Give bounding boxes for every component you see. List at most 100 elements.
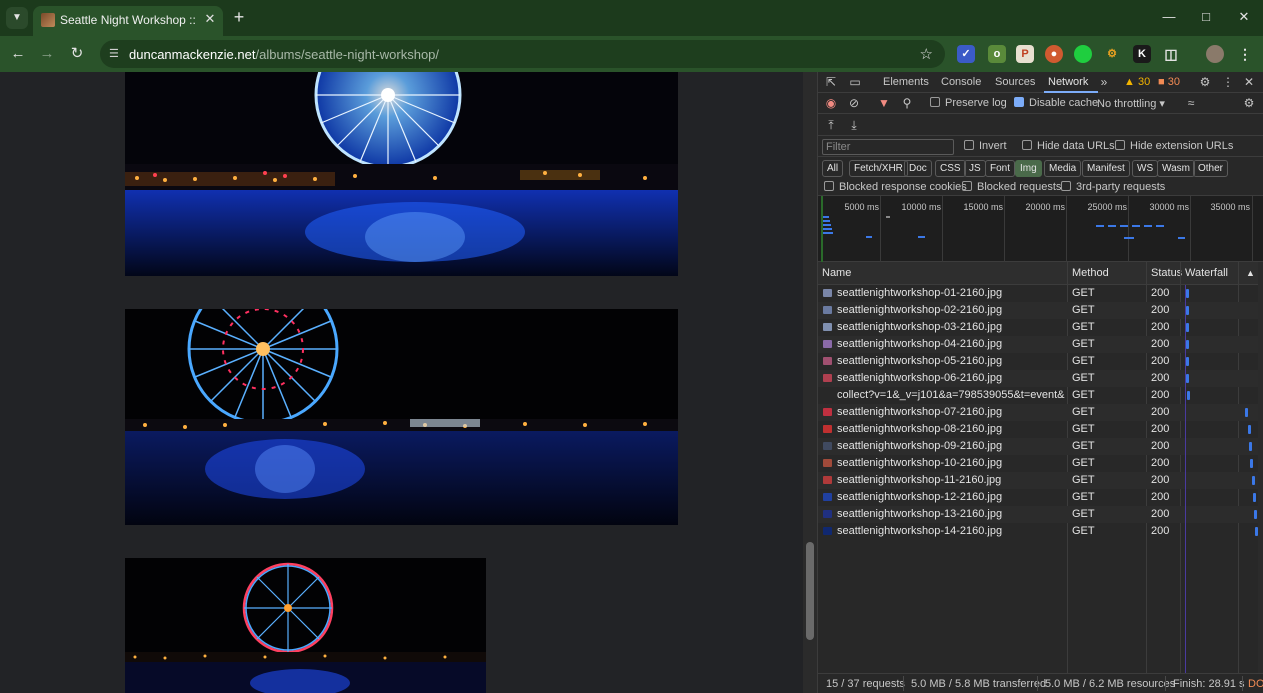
request-row[interactable]: collect?v=1&_v=j101&a=798539055&t=event&… xyxy=(818,387,1258,404)
extension-on-icon[interactable]: o xyxy=(988,45,1006,63)
tab-network[interactable]: Network xyxy=(1048,76,1088,88)
profile-avatar[interactable] xyxy=(1206,45,1224,63)
hide-extension-urls-checkbox[interactable]: Hide extension URLs xyxy=(1115,140,1233,152)
browser-tab[interactable]: Seattle Night Workshop :: Dunc ✕ xyxy=(33,6,223,36)
extensions-puzzle-icon[interactable]: ◫ xyxy=(1162,45,1180,63)
extension-gear-icon[interactable]: ⚙ xyxy=(1103,45,1121,63)
gallery-photo[interactable] xyxy=(125,72,678,276)
network-conditions-icon[interactable]: ≈ xyxy=(1184,96,1198,110)
request-row[interactable]: seattlenightworkshop-07-2160.jpg GET 200 xyxy=(818,404,1258,421)
chip-img[interactable]: Img xyxy=(1015,160,1042,177)
search-icon[interactable]: ⚲ xyxy=(900,96,914,110)
request-method: GET xyxy=(1072,474,1095,486)
warnings-badge[interactable]: ▲ 30 xyxy=(1124,76,1150,88)
record-icon[interactable]: ◉ xyxy=(824,96,838,110)
request-row[interactable]: seattlenightworkshop-02-2160.jpg GET 200 xyxy=(818,302,1258,319)
ferris-wheel-photo-3 xyxy=(125,558,486,693)
column-waterfall[interactable]: Waterfall xyxy=(1185,267,1228,279)
url-text[interactable]: duncanmackenzie.net/albums/seattle-night… xyxy=(129,47,439,62)
chip-fetch-xhr[interactable]: Fetch/XHR xyxy=(849,160,908,177)
chip-font[interactable]: Font xyxy=(985,160,1016,177)
request-row[interactable]: seattlenightworkshop-01-2160.jpg GET 200 xyxy=(818,285,1258,302)
maximize-icon[interactable]: □ xyxy=(1198,9,1214,25)
chip-ws[interactable]: WS xyxy=(1132,160,1159,177)
third-party-requests-checkbox[interactable]: 3rd-party requests xyxy=(1061,181,1165,193)
forward-arrow-icon[interactable]: → xyxy=(37,44,57,64)
extension-ip-icon[interactable]: P xyxy=(1016,45,1034,63)
chip-other[interactable]: Other xyxy=(1193,160,1229,177)
extension-circle-icon[interactable]: ● xyxy=(1045,45,1063,63)
minimize-icon[interactable]: — xyxy=(1161,9,1177,25)
request-row[interactable]: seattlenightworkshop-11-2160.jpg GET 200 xyxy=(818,472,1258,489)
bookmark-star-icon[interactable]: ☆ xyxy=(920,45,933,63)
more-tabs-chevron-icon[interactable]: » xyxy=(1097,75,1111,89)
site-info-icon[interactable]: ☰ xyxy=(109,47,123,61)
chip-all[interactable]: All xyxy=(822,160,844,177)
extension-k-icon[interactable]: K xyxy=(1133,45,1151,63)
chip-doc[interactable]: Doc xyxy=(904,160,932,177)
chip-css[interactable]: CSS xyxy=(935,160,966,177)
filter-input[interactable]: Filter xyxy=(822,139,954,155)
chip-manifest[interactable]: Manifest xyxy=(1082,160,1130,177)
browser-menu-icon[interactable]: ⋮ xyxy=(1236,45,1254,63)
settings-gear-icon[interactable]: ⚙ xyxy=(1198,75,1212,89)
overview-bar xyxy=(823,232,833,234)
disable-cache-checkbox[interactable]: Disable cache xyxy=(1014,97,1098,109)
extension-green-dot-icon[interactable] xyxy=(1074,45,1092,63)
request-row[interactable]: seattlenightworkshop-06-2160.jpg GET 200 xyxy=(818,370,1258,387)
hide-data-urls-checkbox[interactable]: Hide data URLs xyxy=(1022,140,1115,152)
column-status[interactable]: Status xyxy=(1151,267,1182,279)
column-name[interactable]: Name xyxy=(822,267,851,279)
page-scrollbar-thumb[interactable] xyxy=(806,542,814,640)
requests-scrollbar[interactable] xyxy=(1258,262,1263,673)
devtools-menu-icon[interactable]: ⋮ xyxy=(1221,75,1235,89)
preserve-log-checkbox[interactable]: Preserve log xyxy=(930,97,1007,109)
request-status: 200 xyxy=(1151,304,1170,316)
filter-funnel-icon[interactable]: ▼ xyxy=(877,96,891,110)
tab-sources[interactable]: Sources xyxy=(995,76,1035,88)
request-row[interactable]: seattlenightworkshop-10-2160.jpg GET 200 xyxy=(818,455,1258,472)
address-bar[interactable]: ☰ duncanmackenzie.net/albums/seattle-nig… xyxy=(100,40,945,68)
request-row[interactable]: seattlenightworkshop-03-2160.jpg GET 200 xyxy=(818,319,1258,336)
request-row[interactable]: seattlenightworkshop-13-2160.jpg GET 200 xyxy=(818,506,1258,523)
clear-icon[interactable]: ⊘ xyxy=(847,96,861,110)
gallery-photo[interactable] xyxy=(125,558,486,693)
devtools-close-icon[interactable]: ✕ xyxy=(1242,75,1256,89)
request-row[interactable]: seattlenightworkshop-12-2160.jpg GET 200 xyxy=(818,489,1258,506)
tab-close-icon[interactable]: ✕ xyxy=(202,11,218,27)
request-row[interactable]: seattlenightworkshop-08-2160.jpg GET 200 xyxy=(818,421,1258,438)
blocked-response-cookies-checkbox[interactable]: Blocked response cookies xyxy=(824,181,967,193)
chip-js[interactable]: JS xyxy=(964,160,986,177)
request-row[interactable]: seattlenightworkshop-04-2160.jpg GET 200 xyxy=(818,336,1258,353)
window-close-icon[interactable]: ✕ xyxy=(1236,9,1252,25)
column-method[interactable]: Method xyxy=(1072,267,1109,279)
throttling-select[interactable]: No throttling ▾ xyxy=(1097,97,1165,110)
tab-elements[interactable]: Elements xyxy=(883,76,929,88)
new-tab-plus-icon[interactable]: + xyxy=(230,8,248,26)
device-toolbar-icon[interactable]: ▭ xyxy=(848,75,862,89)
tab-search-chevron-icon[interactable]: ▼ xyxy=(6,7,28,29)
reload-icon[interactable]: ↻ xyxy=(67,44,87,64)
chip-media[interactable]: Media xyxy=(1044,160,1082,177)
request-row[interactable]: seattlenightworkshop-14-2160.jpg GET 200 xyxy=(818,523,1258,540)
network-settings-gear-icon[interactable]: ⚙ xyxy=(1242,96,1256,110)
issues-badge[interactable]: ■ 30 xyxy=(1158,76,1180,88)
request-status: 200 xyxy=(1151,372,1170,384)
import-har-icon[interactable]: ⤒ xyxy=(824,118,838,132)
gallery-photo[interactable] xyxy=(125,309,678,525)
chip-wasm[interactable]: Wasm xyxy=(1157,160,1195,177)
page-scrollbar[interactable] xyxy=(803,72,817,693)
blocked-requests-checkbox[interactable]: Blocked requests xyxy=(962,181,1061,193)
request-row[interactable]: seattlenightworkshop-09-2160.jpg GET 200 xyxy=(818,438,1258,455)
network-overview[interactable]: 5000 ms 10000 ms 15000 ms 20000 ms 25000… xyxy=(818,196,1263,262)
invert-checkbox[interactable]: Invert xyxy=(964,140,1007,152)
request-row[interactable]: seattlenightworkshop-05-2160.jpg GET 200 xyxy=(818,353,1258,370)
back-arrow-icon[interactable]: ← xyxy=(8,44,28,64)
extension-shield-icon[interactable]: ✓ xyxy=(957,45,975,63)
request-status: 200 xyxy=(1151,338,1170,350)
inspect-element-icon[interactable]: ⇱ xyxy=(824,75,838,89)
tab-console[interactable]: Console xyxy=(941,76,981,88)
sort-ascending-icon[interactable]: ▲ xyxy=(1246,268,1255,278)
overview-bar xyxy=(1096,225,1104,227)
export-har-icon[interactable]: ⤓ xyxy=(847,118,861,132)
